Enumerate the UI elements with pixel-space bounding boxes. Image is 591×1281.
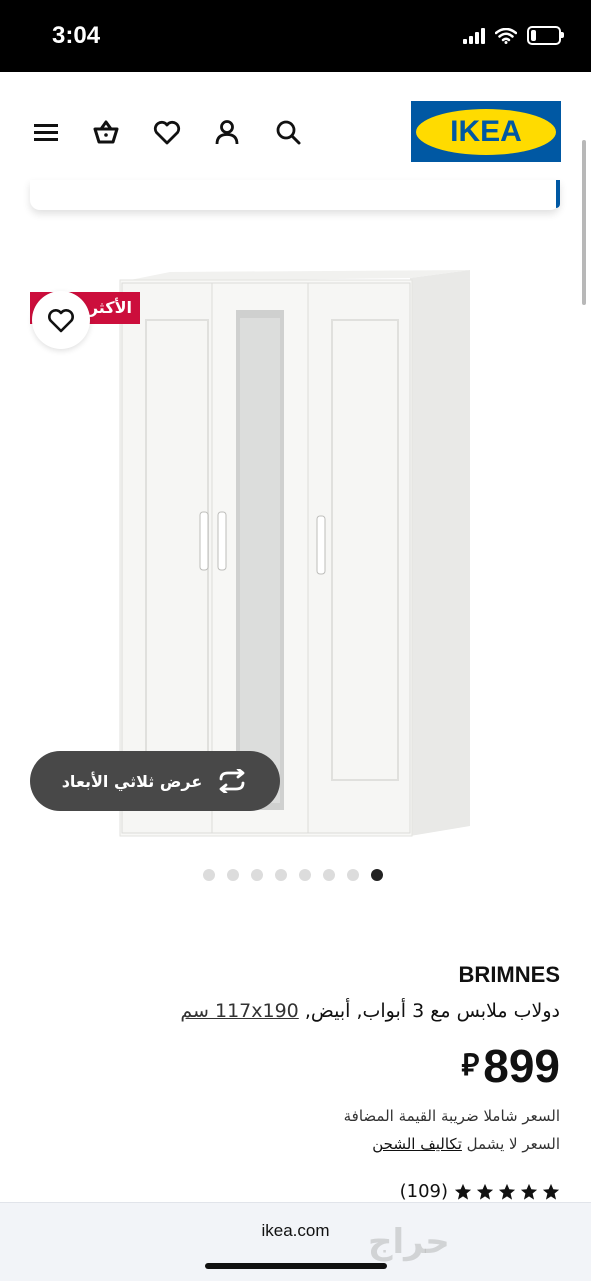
menu-icon[interactable] — [31, 117, 61, 147]
star-icon — [542, 1183, 560, 1200]
carousel-dot-active[interactable] — [371, 869, 383, 881]
search-icon[interactable] — [273, 117, 303, 147]
vat-note: السعر شاملا ضريبة القيمة المضافة — [343, 1107, 560, 1125]
product-rating[interactable]: (109) — [400, 1181, 560, 1202]
product-description: دولاب ملابس مع 3 أبواب, أبيض, 117x190 سم — [180, 1000, 560, 1022]
star-icon — [454, 1183, 472, 1200]
search-card[interactable] — [30, 180, 560, 210]
signal-icon — [463, 27, 485, 44]
currency-symbol: ⃁ — [461, 1049, 480, 1082]
carousel-dot[interactable] — [275, 869, 287, 881]
user-icon[interactable] — [212, 117, 242, 147]
browser-bottom-bar: ikea.com — [0, 1202, 591, 1281]
product-price: ⃁ 899 — [461, 1040, 560, 1092]
ikea-logo-text: IKEA — [450, 114, 522, 148]
carousel-dot[interactable] — [227, 869, 239, 881]
rotate-3d-icon — [219, 769, 245, 793]
address-bar-url[interactable]: ikea.com — [0, 1221, 591, 1241]
status-icons — [463, 26, 564, 45]
home-indicator[interactable] — [205, 1263, 387, 1269]
carousel-dots[interactable] — [203, 868, 383, 882]
status-bar: 3:04 — [0, 0, 591, 72]
carousel-dot[interactable] — [251, 869, 263, 881]
shipping-note-text: السعر لا يشمل — [461, 1135, 560, 1153]
shipping-note: السعر لا يشمل تكاليف الشحن — [372, 1135, 560, 1153]
battery-icon — [527, 26, 564, 45]
ikea-logo-oval: IKEA — [416, 108, 556, 155]
shipping-costs-link[interactable]: تكاليف الشحن — [372, 1135, 462, 1153]
star-icon — [498, 1183, 516, 1200]
favourite-button[interactable] — [32, 291, 90, 349]
rating-stars — [454, 1183, 560, 1201]
status-time: 3:04 — [52, 22, 101, 49]
basket-icon[interactable] — [91, 117, 121, 147]
carousel-dot[interactable] — [323, 869, 335, 881]
carousel-dot[interactable] — [347, 869, 359, 881]
heart-icon[interactable] — [152, 117, 182, 147]
heart-icon — [48, 309, 74, 333]
product-dimensions-link[interactable]: 117x190 سم — [180, 1000, 298, 1022]
price-value: 899 — [483, 1040, 560, 1092]
view-3d-button[interactable]: عرض ثلاثي الأبعاد — [30, 751, 280, 811]
ikea-logo[interactable]: IKEA — [411, 101, 561, 162]
view-3d-label: عرض ثلاثي الأبعاد — [61, 771, 203, 791]
watermark-haraj: حراج — [368, 1222, 450, 1262]
rating-count: (109) — [399, 1181, 448, 1202]
star-icon — [520, 1183, 538, 1200]
wifi-icon — [495, 27, 517, 44]
carousel-dot[interactable] — [203, 869, 215, 881]
product-brand[interactable]: BRIMNES — [459, 962, 560, 988]
star-icon — [476, 1183, 494, 1200]
product-description-text: دولاب ملابس مع 3 أبواب, أبيض, — [298, 1000, 560, 1022]
carousel-dot[interactable] — [299, 869, 311, 881]
